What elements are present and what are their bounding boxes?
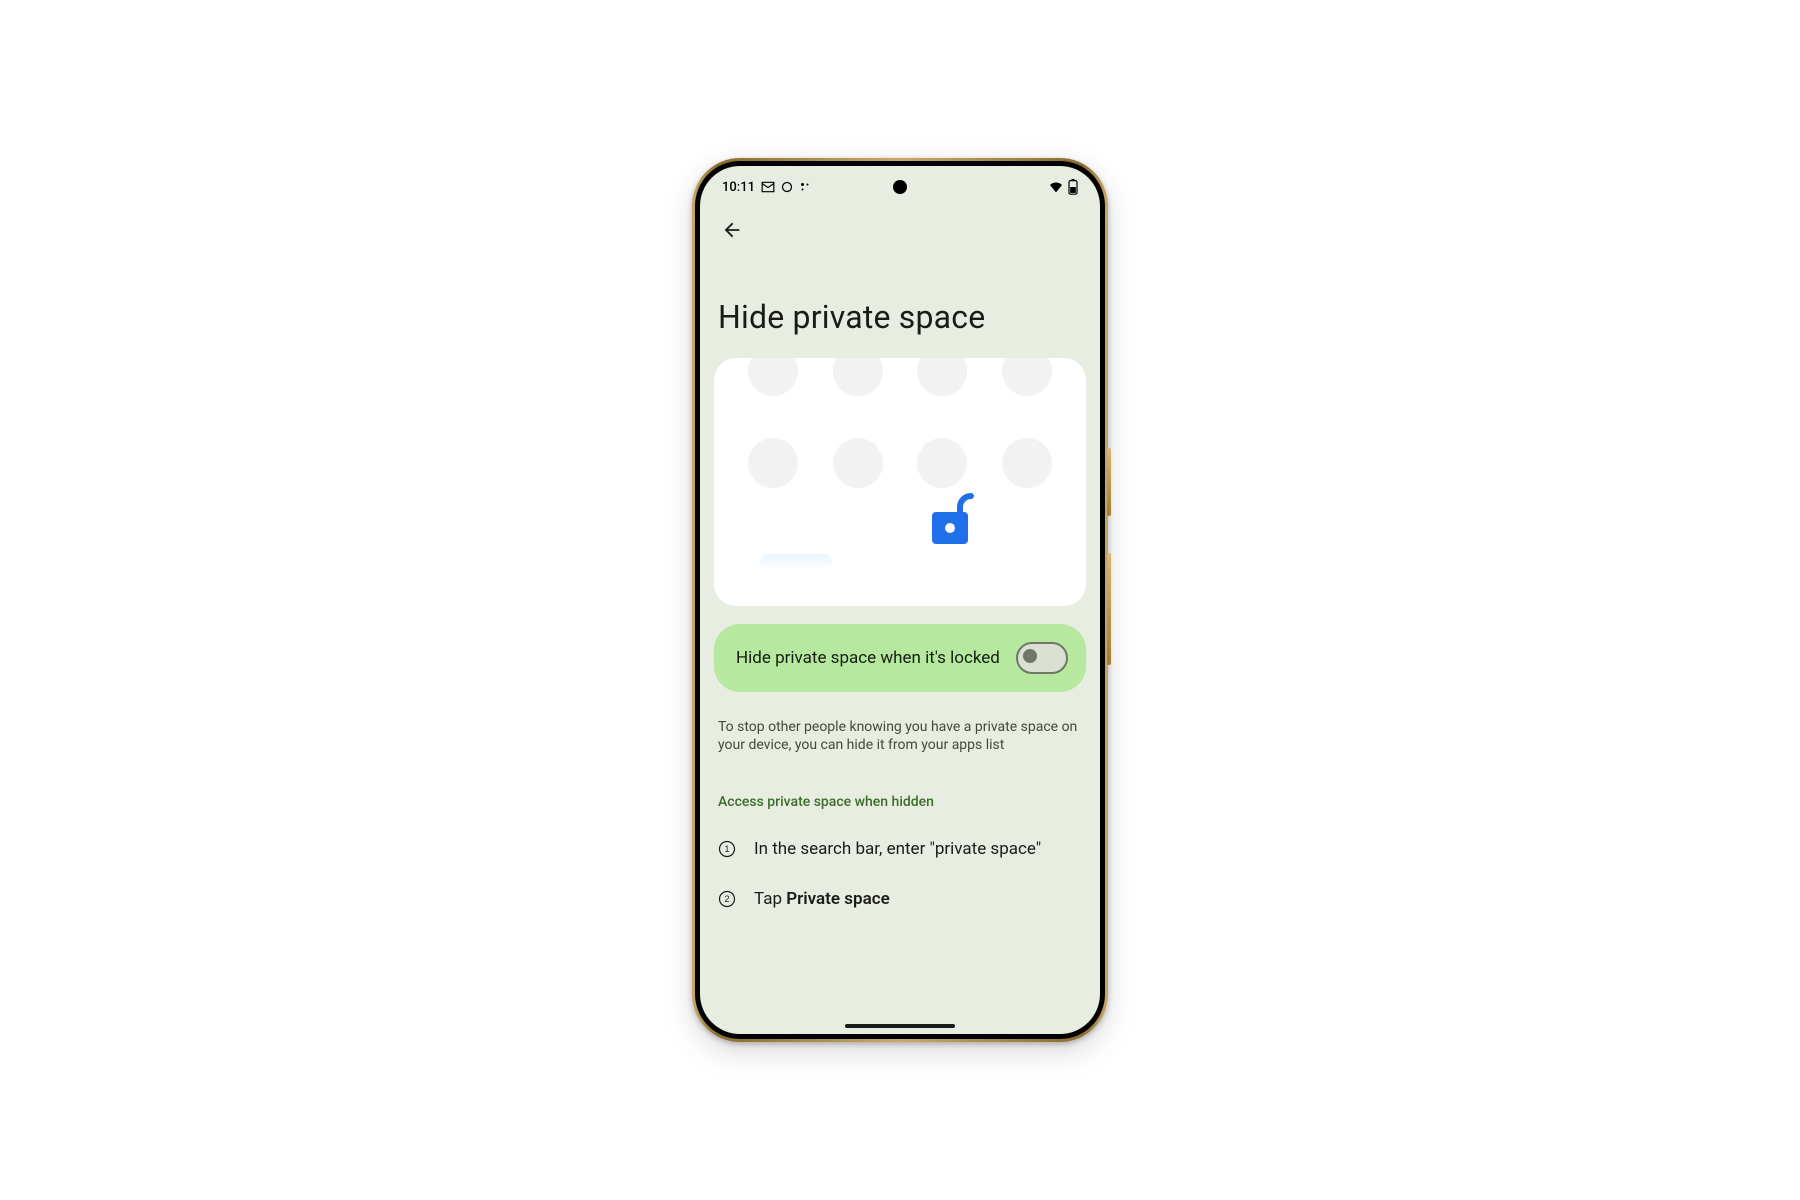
app-placeholder-icon bbox=[1002, 358, 1052, 396]
phone-frame: 10:11 bbox=[692, 158, 1108, 1042]
app-bar bbox=[700, 208, 1100, 252]
status-time: 10:11 bbox=[722, 180, 755, 195]
app-placeholder-icon bbox=[748, 438, 798, 488]
hide-toggle[interactable] bbox=[1016, 642, 1068, 674]
app-placeholder-icon bbox=[833, 358, 883, 396]
illustration-bar bbox=[760, 554, 832, 570]
app-placeholder-icon bbox=[748, 358, 798, 396]
nav-pill[interactable] bbox=[845, 1024, 955, 1028]
step-1: 1 In the search bar, enter "private spac… bbox=[718, 838, 1082, 860]
section-heading: Access private space when hidden bbox=[718, 794, 1082, 810]
back-button[interactable] bbox=[714, 212, 750, 248]
step-2-prefix: Tap bbox=[754, 889, 786, 909]
step-2-bold: Private space bbox=[786, 889, 890, 909]
screen: 10:11 bbox=[700, 166, 1100, 1034]
step-1-icon: 1 bbox=[718, 840, 736, 858]
side-button-volume bbox=[1107, 448, 1111, 516]
unlock-icon bbox=[930, 488, 980, 552]
toggle-knob bbox=[1023, 649, 1037, 663]
gmail-icon bbox=[761, 181, 775, 193]
page-title: Hide private space bbox=[718, 298, 1086, 336]
app-placeholder-icon bbox=[917, 358, 967, 396]
side-button-power bbox=[1107, 553, 1111, 665]
front-camera bbox=[893, 180, 907, 194]
app-placeholder-icon bbox=[1002, 438, 1052, 488]
wifi-icon bbox=[1048, 180, 1064, 194]
svg-text:1: 1 bbox=[724, 844, 729, 854]
description-text: To stop other people knowing you have a … bbox=[718, 718, 1082, 754]
toggle-label: Hide private space when it's locked bbox=[736, 647, 1002, 669]
step-2-icon: 2 bbox=[718, 890, 736, 908]
toggle-card: Hide private space when it's locked bbox=[714, 624, 1086, 692]
step-1-text: In the search bar, enter "private space" bbox=[754, 838, 1041, 860]
step-2: 2 Tap Private space bbox=[718, 888, 1082, 910]
illustration-card bbox=[714, 358, 1086, 606]
step-2-text: Tap Private space bbox=[754, 888, 890, 910]
app-placeholder-icon bbox=[833, 438, 883, 488]
app-placeholder-icon bbox=[917, 438, 967, 488]
svg-text:2: 2 bbox=[724, 894, 729, 904]
battery-icon bbox=[1068, 179, 1078, 195]
circle-icon bbox=[781, 181, 793, 193]
arrow-back-icon bbox=[721, 219, 743, 241]
dots-icon bbox=[799, 181, 811, 193]
